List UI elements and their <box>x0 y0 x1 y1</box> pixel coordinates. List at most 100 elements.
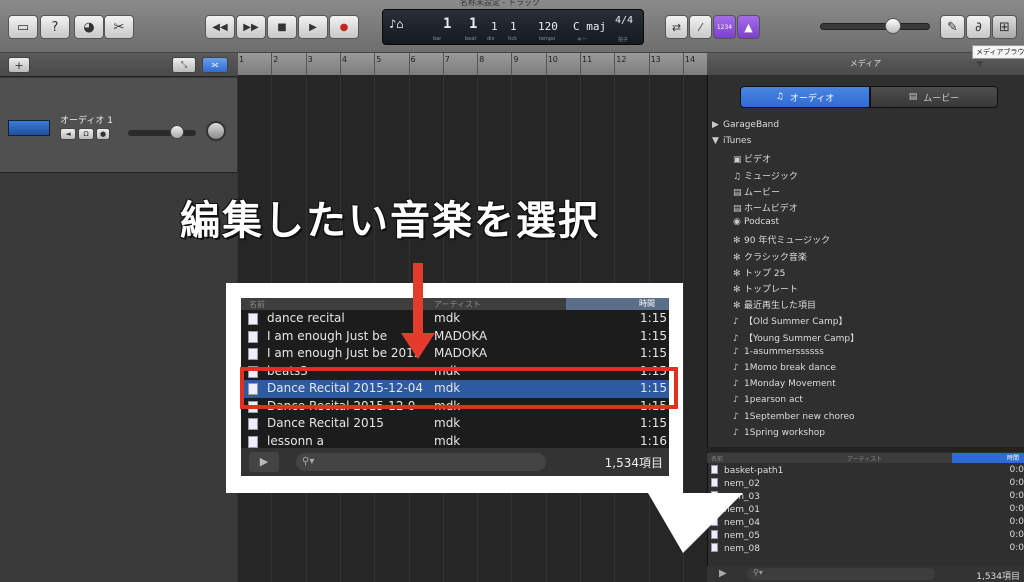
library-button[interactable]: ▭ <box>8 15 38 39</box>
play-button[interactable]: ▶ <box>298 15 328 39</box>
smart-playlist-icon: ✻ <box>733 268 741 279</box>
playlist-icon: ♪ <box>733 346 739 357</box>
metronome-icon: ▲ <box>744 20 753 34</box>
lcd-label-key: キー <box>577 37 588 43</box>
song-row[interactable]: Dance Recital 2015 mdk 1:15 <box>241 415 669 433</box>
media-tree-item[interactable]: ✻ トップ 25 <box>733 266 785 279</box>
song-artist: MADOKA <box>434 346 488 360</box>
media-search-input[interactable]: ⚲▾ <box>747 568 935 580</box>
tuner-button[interactable]: ⁄ <box>689 15 712 39</box>
media-browser-button[interactable]: ⊞ <box>992 15 1017 39</box>
media-tree-item[interactable]: ✻ トップレート <box>733 282 798 295</box>
movie-tab[interactable]: ▤ ムービー <box>870 86 998 108</box>
media-tree-item[interactable]: ▼ iTunes <box>712 136 751 146</box>
media-tree-item[interactable]: ▤ ホームビデオ <box>733 201 798 214</box>
stop-icon: ■ <box>277 21 287 33</box>
record-button[interactable]: ● <box>329 15 359 39</box>
media-tree-item[interactable]: ▣ ビデオ <box>733 152 771 165</box>
media-tree-item[interactable]: ▤ ムービー <box>733 185 780 198</box>
media-tree-item[interactable]: ♪ 1-asummerssssss <box>733 347 824 357</box>
media-item-name: nem_02 <box>724 479 760 489</box>
media-tree-item[interactable]: ♪ 【Young Summer Camp】 <box>733 331 859 344</box>
split-divider[interactable] <box>707 447 1024 452</box>
solo-button[interactable]: Ω <box>78 128 94 140</box>
media-list-row[interactable]: nem_01 0:0 <box>711 504 1024 515</box>
media-tree-item[interactable]: ✻ 最近再生した項目 <box>733 298 816 311</box>
fast-forward-button[interactable]: ▶▶ <box>236 15 266 39</box>
lcd-key: C maj <box>573 20 607 33</box>
lcd-tempo: 120 <box>538 20 558 33</box>
media-item-time: 0:0 <box>1009 478 1024 488</box>
media-tree-item[interactable]: ▶ GarageBand <box>712 120 779 130</box>
media-tree-item[interactable]: ✻ クラシック音楽 <box>733 250 807 263</box>
library-icon: ▭ <box>16 19 30 35</box>
media-list-row[interactable]: nem_03 0:0 <box>711 491 1024 502</box>
cycle-button[interactable]: ⇄ <box>665 15 688 39</box>
ruler-tick <box>408 53 410 75</box>
track-volume-slider[interactable] <box>128 130 196 136</box>
alignment-button[interactable]: ⟗ <box>202 57 228 73</box>
media-tree-label: 1pearson act <box>744 395 803 406</box>
audio-file-icon <box>248 348 258 360</box>
song-row[interactable]: I am enough Just be MADOKA 1:15 <box>241 328 669 346</box>
media-list-row[interactable]: basket-path1 0:0 <box>711 465 1024 476</box>
track-volume-knob[interactable] <box>170 125 184 139</box>
media-tree-item[interactable]: ✻ 90 年代ミュージック <box>733 233 830 246</box>
mute-button[interactable]: ◄ <box>60 128 76 140</box>
zoom-search-input[interactable]: ⚲▾ <box>296 453 546 471</box>
smart-controls-button[interactable]: ◕ <box>74 15 104 39</box>
media-tree-item[interactable]: ♪ 1pearson act <box>733 395 803 405</box>
notepad-button[interactable]: ✎ <box>940 15 965 39</box>
media-col-time[interactable]: 時間 <box>952 453 1024 463</box>
media-tree-item[interactable]: ♪ 1Spring workshop <box>733 428 825 438</box>
media-tree-label: 【Old Summer Camp】 <box>744 317 848 328</box>
rewind-icon: ◀◀ <box>212 21 228 33</box>
ruler-bar-number: 6 <box>410 55 416 64</box>
record-enable-button[interactable]: ● <box>96 128 110 140</box>
playlist-icon: ♪ <box>733 427 739 438</box>
media-tree-label: 1-asummerssssss <box>744 346 824 357</box>
zoom-search-icon: ⚲▾ <box>302 456 315 467</box>
song-row[interactable]: I am enough Just be 2015 MADOKA 1:15 <box>241 345 669 363</box>
rewind-button[interactable]: ◀◀ <box>205 15 235 39</box>
audio-tab[interactable]: ♫ オーディオ <box>740 86 870 108</box>
preview-play-button[interactable]: ▶ <box>719 568 727 579</box>
apple-loops-button[interactable]: ∂ <box>966 15 991 39</box>
add-track-button[interactable]: + <box>8 57 30 73</box>
media-tree-item[interactable]: ◉ Podcast <box>733 217 779 227</box>
lcd-display[interactable]: ♪⌂ 1 1 1 1 120 C maj 4/4 bar beat div ti… <box>382 9 644 45</box>
media-tree-label: トップ 25 <box>744 268 786 279</box>
zoom-play-button[interactable]: ▶ <box>249 452 279 472</box>
track-row[interactable]: オーディオ 1 ◄ Ω ● <box>0 78 237 173</box>
mute-icon: ◄ <box>65 130 71 138</box>
media-list-row[interactable]: nem_02 0:0 <box>711 478 1024 489</box>
ruler-tick <box>614 53 616 75</box>
pan-knob[interactable] <box>206 121 226 141</box>
media-tree-item[interactable]: ♪ 1Momo break dance <box>733 363 836 373</box>
editors-button[interactable]: ✂ <box>104 15 134 39</box>
stop-button[interactable]: ■ <box>267 15 297 39</box>
metronome-button[interactable]: ▲ <box>737 15 760 39</box>
media-tree-item[interactable]: ♪ 【Old Summer Camp】 <box>733 314 848 327</box>
master-volume-slider[interactable] <box>820 23 930 30</box>
media-tree-label: ビデオ <box>744 155 772 166</box>
media-list-row[interactable]: nem_05 0:0 <box>711 530 1024 541</box>
lcd-label-tempo: tempo <box>539 36 556 42</box>
ruler-tick <box>237 53 238 75</box>
media-tree-item[interactable]: ♫ ミュージック <box>733 169 798 182</box>
media-tree-item[interactable]: ♪ 1September new choreo <box>733 412 855 422</box>
catch-button[interactable]: ⤡ <box>172 57 196 73</box>
media-list-row[interactable]: nem_04 0:0 <box>711 517 1024 528</box>
itunes-icon: ▼ <box>712 136 719 147</box>
audio-file-icon <box>248 330 258 343</box>
count-in-button[interactable]: 1234 <box>713 15 736 39</box>
ruler[interactable]: 1 2 3 4 5 6 7 8 9 10 11 12 13 14 <box>237 53 707 75</box>
notepad-icon: ✎ <box>947 19 958 35</box>
master-volume-knob[interactable] <box>885 18 901 34</box>
media-item-time: 0:0 <box>1009 465 1024 475</box>
help-button[interactable]: ? <box>40 15 70 39</box>
media-list-row[interactable]: nem_08 0:0 <box>711 543 1024 554</box>
lcd-div: 1 <box>491 20 498 33</box>
media-tree-item[interactable]: ♪ 1Monday Movement <box>733 379 836 389</box>
song-row[interactable]: dance recital mdk 1:15 <box>241 310 669 328</box>
